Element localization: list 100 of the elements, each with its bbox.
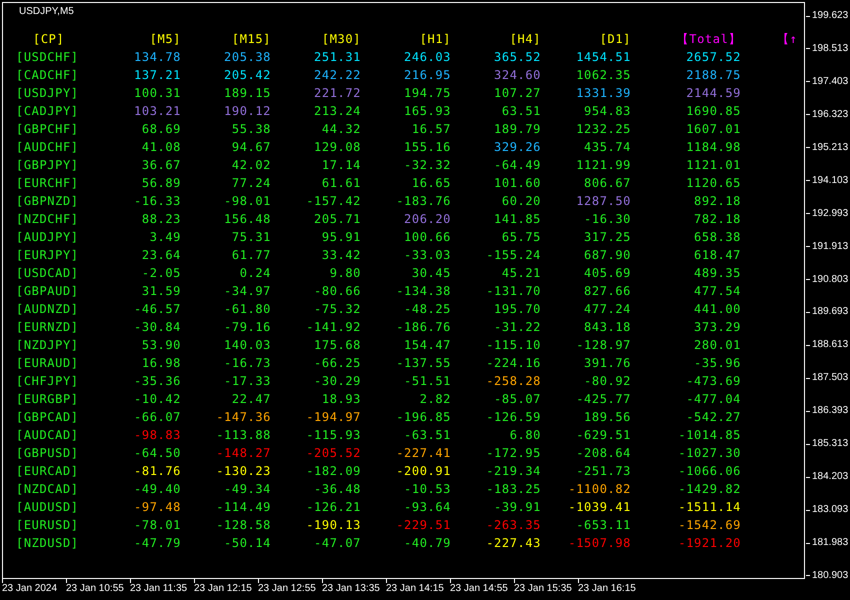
value-cell-text: 2657.52: [686, 49, 741, 66]
value-cell-text: -46.57: [134, 301, 181, 318]
value-cell-text: -39.91: [494, 499, 541, 516]
value-cell-text: -629.51: [576, 427, 631, 444]
value-cell-text: 205.38: [224, 49, 271, 66]
value-cell-text: -172.95: [486, 445, 541, 462]
value-cell-text: -128.58: [216, 517, 271, 534]
value-cell-text: 140.03: [224, 337, 271, 354]
value-cell-text: -186.76: [396, 319, 451, 336]
value-cell-text: 77.24: [232, 175, 271, 192]
value-cell-text: -51.51: [404, 373, 451, 390]
value-cell-text: -653.11: [576, 517, 631, 534]
value-cell-text: -182.09: [306, 463, 361, 480]
time-label: 23 Jan 12:55: [258, 583, 316, 595]
value-cell-text: 94.67: [232, 139, 271, 156]
value-cell-text: 175.68: [314, 337, 361, 354]
value-cell-text: -542.27: [686, 409, 741, 426]
value-cell-text: 16.98: [142, 355, 181, 372]
value-cell-text: -40.79: [404, 535, 451, 552]
value-cell-text: 365.52: [494, 49, 541, 66]
value-cell-text: 194.75: [404, 85, 451, 102]
value-cell-text: 892.18: [694, 193, 741, 210]
value-cell-text: 806.67: [584, 175, 631, 192]
price-label: 195.213: [812, 142, 848, 154]
pair-label: [GBPCAD]: [16, 409, 79, 426]
value-cell-text: -224.16: [486, 355, 541, 372]
value-cell-text: -141.92: [306, 319, 361, 336]
value-cell-text: -1027.30: [678, 445, 741, 462]
value-cell-text: 213.24: [314, 103, 361, 120]
price-label: 181.983: [812, 537, 848, 549]
value-cell-text: -34.97: [224, 283, 271, 300]
price-label: 184.203: [812, 471, 848, 484]
value-cell-text: 1121.99: [576, 157, 631, 174]
value-cell-text: -205.52: [306, 445, 361, 462]
value-cell-text: -1039.41: [568, 499, 631, 516]
value-cell-text: 1121.01: [686, 157, 741, 174]
value-cell-text: 101.60: [494, 175, 541, 192]
value-cell-text: 317.25: [584, 229, 631, 246]
column-header: [M15]: [232, 31, 271, 48]
time-label: 23 Jan 10:55: [66, 583, 124, 595]
chart-symbol: USDJPY,M5: [19, 6, 74, 17]
value-cell-text: -1100.82: [568, 481, 631, 498]
pair-label: [AUDCAD]: [16, 427, 79, 444]
pair-label: [EURAUD]: [16, 355, 79, 372]
value-cell-text: -66.07: [134, 409, 181, 426]
price-label: 186.393: [812, 405, 848, 418]
value-cell-text: 2188.75: [686, 67, 741, 84]
value-cell-text: -78.01: [134, 517, 181, 534]
value-cell-text: -47.79: [134, 535, 181, 552]
value-cell-text: 60.20: [502, 193, 541, 210]
value-cell-text: -2.05: [142, 265, 181, 282]
value-cell-text: 55.38: [232, 121, 271, 138]
value-cell-text: 1232.25: [576, 121, 631, 138]
value-cell-text: -63.51: [404, 427, 451, 444]
pair-label: [GBPNZD]: [16, 193, 79, 210]
value-cell-text: 42.02: [232, 157, 271, 174]
value-cell-text: 23.64: [142, 247, 181, 264]
value-cell-text: -98.01: [224, 193, 271, 210]
pair-label: [GBPJPY]: [16, 157, 79, 174]
value-cell-text: 0.24: [240, 265, 271, 282]
pair-label: [USDJPY]: [16, 85, 79, 102]
value-cell-text: 22.47: [232, 391, 271, 408]
value-cell-text: 63.51: [502, 103, 541, 120]
column-header: [D1]: [600, 31, 631, 48]
value-cell-text: -33.03: [404, 247, 451, 264]
value-cell-text: 2144.59: [686, 85, 741, 102]
value-cell-text: -10.53: [404, 481, 451, 498]
value-cell-text: -16.30: [584, 211, 631, 228]
pair-label: [EURCHF]: [16, 175, 79, 192]
pair-label: [GBPAUD]: [16, 283, 79, 300]
value-cell-text: -196.85: [396, 409, 451, 426]
pair-label: [EURUSD]: [16, 517, 79, 534]
pair-label: [GBPUSD]: [16, 445, 79, 462]
value-cell-text: -16.33: [134, 193, 181, 210]
value-cell-text: 61.61: [322, 175, 361, 192]
value-cell-text: 134.78: [134, 49, 181, 66]
value-cell-text: 36.67: [142, 157, 181, 174]
time-label: 23 Jan 2024: [2, 583, 58, 595]
value-cell-text: -115.93: [306, 427, 361, 444]
pair-label: [USDCAD]: [16, 265, 79, 282]
value-cell-text: 17.14: [322, 157, 361, 174]
value-cell-text: 41.08: [142, 139, 181, 156]
value-cell-text: -115.10: [486, 337, 541, 354]
value-cell-text: -229.51: [396, 517, 451, 534]
value-cell-text: 1184.98: [686, 139, 741, 156]
value-cell-text: -64.50: [134, 445, 181, 462]
value-cell-text: -1511.14: [678, 499, 741, 516]
value-cell-text: -157.42: [306, 193, 361, 210]
value-cell-text: -137.55: [396, 355, 451, 372]
value-cell-text: 477.54: [694, 283, 741, 300]
value-cell-text: -64.49: [494, 157, 541, 174]
value-cell-text: -190.13: [306, 517, 361, 534]
value-cell-text: -128.97: [576, 337, 631, 354]
value-cell-text: 100.66: [404, 229, 451, 246]
value-cell-text: -477.04: [686, 391, 741, 408]
value-cell-text: -227.41: [396, 445, 451, 462]
pair-label: [CADJPY]: [16, 103, 79, 120]
value-cell-text: -31.22: [494, 319, 541, 336]
value-cell-text: -10.42: [134, 391, 181, 408]
value-cell-text: -17.33: [224, 373, 271, 390]
